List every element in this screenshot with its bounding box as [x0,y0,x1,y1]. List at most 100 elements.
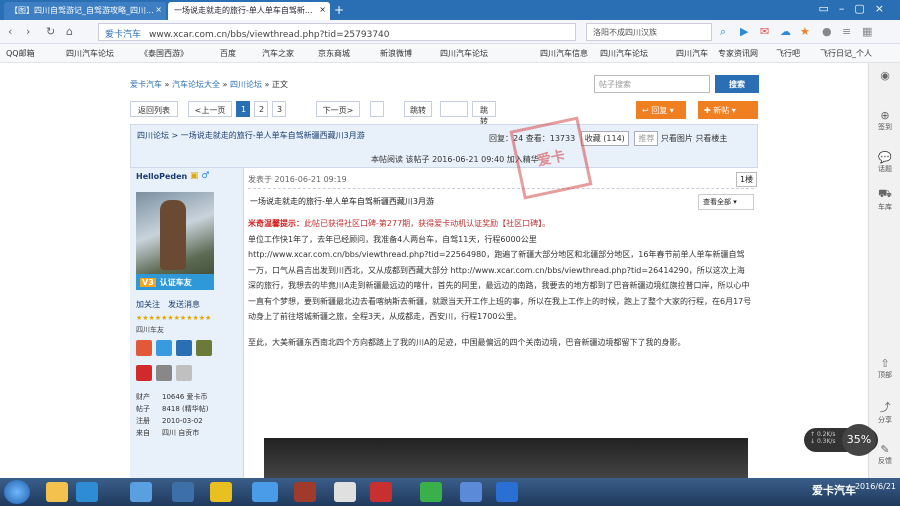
close-icon[interactable]: × [155,5,162,14]
bookmark-item[interactable]: 飞行吧 [776,48,800,59]
post-image[interactable] [264,438,748,478]
floor-number[interactable]: 1楼 [736,172,758,187]
url-field[interactable]: 爱卡汽车 www.xcar.com.cn/bbs/viewthread.php?t… [98,23,576,41]
search-icon[interactable]: ⌕ [720,25,726,39]
tab-2[interactable]: 一场说走就走的旅行-单人单车自驾新... × [168,2,330,20]
sidebar-garage[interactable]: ⛟ 车库 [871,187,899,212]
bookmark-item[interactable]: 《泰国西游》 [140,48,188,59]
bookmark-item[interactable]: 汽车之家 [262,48,294,59]
forward-icon[interactable]: › [26,25,30,38]
follow-link[interactable]: 加关注 [136,300,160,309]
bookmark-item[interactable]: 四川汽车论坛 [600,48,648,59]
recommend-button[interactable]: 推荐 [634,131,659,146]
author-info-row: 注册 2010-03-02 [136,417,203,425]
browser-search-input[interactable]: 洛阳不成四川汉族 [586,23,712,41]
notice-label: 米奇温馨提示： [248,219,304,228]
medals [136,340,236,390]
male-icon: ♂ [201,171,210,181]
close-icon[interactable]: × [319,5,326,14]
tab-1[interactable]: 【图】四川自驾游记_自驾游攻略_四川... × [4,2,166,20]
app-icon[interactable] [370,482,392,502]
page-button[interactable]: 2 [254,101,268,117]
sidebar-topic[interactable]: 💬 话题 [871,151,899,174]
sidebar-checkin[interactable]: ⊕ 签到 [871,109,899,132]
sidebar-share[interactable]: ⤴ 分享 [871,399,899,425]
jump-button[interactable]: 跳转 [404,101,432,117]
post-paragraph: 至此，大美新疆东西南北四个方向都踏上了我的川A的足迹，中国最偏远的四个关南边境，… [248,337,686,347]
favorite-button[interactable]: 收藏 (114) [580,131,629,146]
profile-avatar[interactable]: ◉ [871,69,899,82]
prev-page-button[interactable]: <上一页 [188,101,232,117]
next-page-button[interactable]: 下一页> [316,101,360,117]
app-icon[interactable] [130,482,152,502]
breadcrumb-item[interactable]: 爱卡汽车 [130,80,162,89]
clock[interactable]: 2016/6/21 [855,482,896,492]
bookmark-item[interactable]: QQ邮箱 [6,48,35,59]
tab-2-label: 一场说走就走的旅行-单人单车自驾新... [174,6,313,15]
page-button[interactable]: 3 [272,101,286,117]
window-controls[interactable]: ▭–▢× [818,2,894,15]
message-link[interactable]: 发送消息 [168,300,200,309]
page-input[interactable] [440,101,468,117]
cloud-icon[interactable]: ☁ [780,25,791,38]
author-info-row: 财产 10646 爱卡币 [136,393,208,401]
browser-icon[interactable] [252,482,278,502]
only-author-link[interactable]: 只看楼主 [695,134,727,143]
read-all-select[interactable]: 查看全部 ▾ [698,194,754,210]
v3-icon: V3 [140,278,156,287]
bookmark-item[interactable]: 京东商城 [318,48,350,59]
app-icon[interactable] [460,482,482,502]
game-icon[interactable] [294,482,316,502]
reply-button[interactable]: ↩ 回复 ▾ [636,101,686,119]
brand-watermark: 爱卡汽车 [812,484,856,497]
document-icon[interactable] [334,482,356,502]
breadcrumb: 爱卡汽车 » 汽车论坛大全 » 四川论坛 » 正文 [130,80,288,89]
menu-icon[interactable]: ≡ [842,25,851,38]
post-paragraph: 单位工作快1年了，去年已经顾问，我准备4人两台车，自驾11天，行程6000公里 [248,234,537,244]
page-button[interactable]: 1 [236,101,250,117]
forum-name-link[interactable]: 四川论坛 [137,131,169,140]
forum-search-input[interactable]: 帖子搜索 [594,75,710,93]
start-button[interactable] [4,480,30,504]
forum-search-button[interactable]: 搜索 [715,75,759,93]
grid-icon[interactable]: ▦ [862,25,872,38]
network-icon[interactable] [76,482,98,502]
refresh-icon[interactable]: ↻ [46,25,55,38]
user-icon[interactable]: ● [822,25,832,38]
only-images-link[interactable]: 只看图片 [661,134,693,143]
bookmark-item[interactable]: 飞行日记_个人 [820,48,872,59]
play-icon[interactable]: ▶ [740,25,748,38]
page-jump-input[interactable] [370,101,384,117]
bookmark-item[interactable]: 四川汽车论坛 [440,48,488,59]
chat-app-icon[interactable] [420,482,442,502]
author-name[interactable]: HelloPeden [136,172,187,181]
bookmark-item[interactable]: 新浪微博 [380,48,412,59]
goto-button[interactable]: 跳转 [472,101,496,126]
bookmark-item[interactable]: 百度 [220,48,236,59]
url-text: www.xcar.com.cn/bbs/viewthread.php?tid=2… [149,30,390,40]
memory-percent[interactable]: 35% [842,424,876,456]
bookmark-item[interactable]: 四川汽车论坛 [66,48,114,59]
breadcrumb-item[interactable]: 四川论坛 [230,80,262,89]
breadcrumb-item[interactable]: 汽车论坛大全 [172,80,220,89]
bookmark-item[interactable]: 四川汽车信息 [540,48,588,59]
author-info: 财产 10646 爱卡币 帖子 8418 (精华帖) 注册 2010-03-02 来自… [136,391,209,439]
sidebar-top[interactable]: ⇧ 顶部 [871,357,899,380]
new-tab-icon[interactable]: + [334,3,344,17]
home-icon[interactable]: ⌂ [66,25,73,38]
bookmark-item[interactable]: 四川汽车 [676,48,708,59]
mail-icon[interactable]: ✉ [760,25,769,38]
app-icon[interactable] [210,482,232,502]
folder-icon[interactable] [46,482,68,502]
app-icon[interactable] [496,482,518,502]
back-icon[interactable]: ‹ [8,25,12,38]
tab-1-label: 【图】四川自驾游记_自驾游攻略_四川... [10,6,154,15]
verified-badge: V3 认证车友 [136,274,214,290]
post-content: 发表于 2016-06-21 09:19 1楼 一场说走就走的旅行-单人单车自驾… [244,168,758,478]
bookmark-item[interactable]: 专家资讯网 [718,48,758,59]
star-icon[interactable]: ★ [800,25,810,38]
new-thread-button[interactable]: ✚ 新帖 ▾ [698,101,758,119]
media-icon[interactable] [172,482,194,502]
watermark-stamp: 爱卡 [509,116,593,200]
back-to-list-button[interactable]: 返回列表 [130,101,178,117]
